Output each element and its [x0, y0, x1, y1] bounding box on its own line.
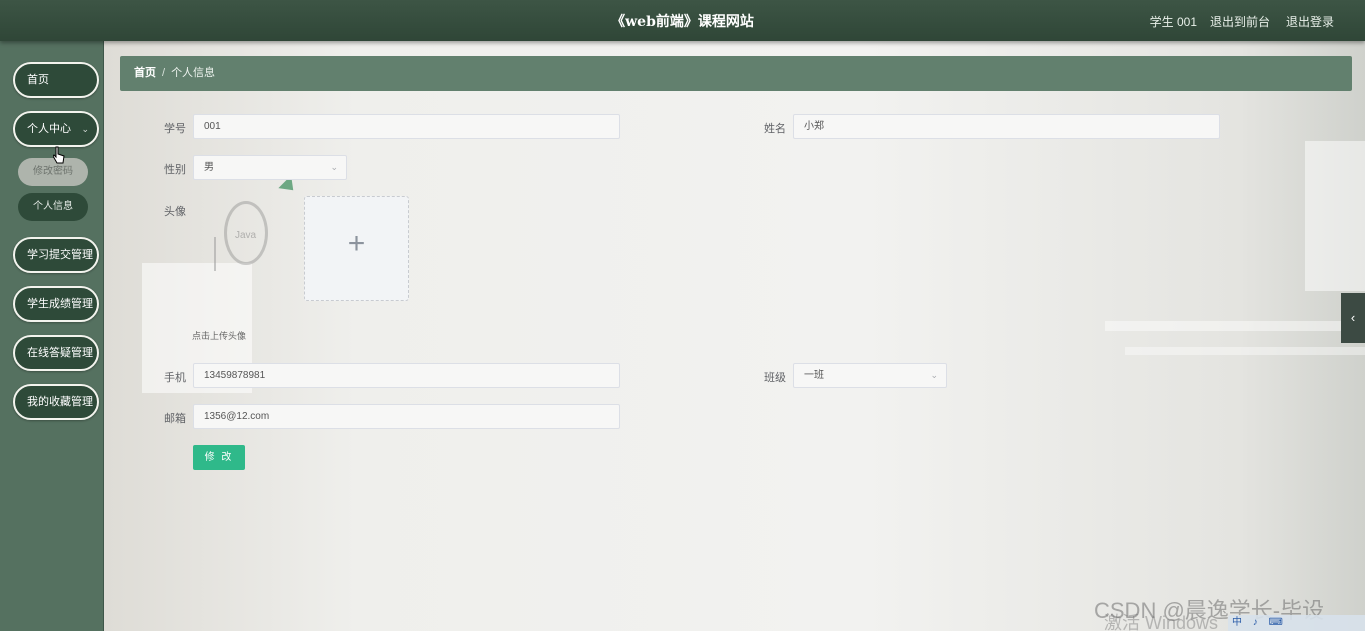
sidebar-subitem-label: 修改密码: [33, 166, 73, 177]
sidebar-item-label: 学习提交管理: [27, 249, 93, 261]
chevron-down-icon: ⌄: [330, 162, 338, 172]
main-content: Java 首页 / 个人信息 学号 001 姓名 小郑 性别 男 ⌄ 头像 + 点击…: [104, 41, 1365, 631]
current-user: 学生 001: [1149, 15, 1197, 29]
class-label: 班级: [764, 372, 786, 384]
chevron-down-icon: ⌄: [930, 370, 938, 380]
avatar-label: 头像: [164, 206, 186, 218]
gender-selected-value: 男: [204, 162, 214, 173]
top-bar: 《web前端》课程网站 学生 001 退出到前台 退出登录: [0, 0, 1365, 41]
class-selected-value: 一班: [804, 370, 824, 381]
sidebar-subitem-label: 个人信息: [33, 201, 73, 212]
exit-to-front-link[interactable]: 退出到前台: [1210, 13, 1270, 30]
upload-tip: 点击上传头像: [192, 331, 247, 341]
sidebar-item-label: 首页: [27, 74, 49, 86]
sidebar: 首页 个人中心 ⌄ 修改密码 个人信息 学习提交管理 学生成绩管理 在线答疑管理…: [0, 41, 104, 631]
background-shelf: [1105, 321, 1365, 331]
sidebar-item-label: 在线答疑管理: [27, 347, 93, 359]
sidebar-item-label: 个人中心: [27, 123, 71, 135]
sidebar-item-label: 学生成绩管理: [27, 298, 93, 310]
background-shelf: [1125, 347, 1365, 355]
sidebar-item-home[interactable]: 首页: [13, 62, 99, 98]
breadcrumb-home[interactable]: 首页: [134, 67, 156, 79]
avatar-upload-box[interactable]: +: [304, 196, 409, 301]
sidebar-item-study-submission[interactable]: 学习提交管理: [13, 237, 99, 273]
sidebar-item-personal-center[interactable]: 个人中心 ⌄: [13, 111, 99, 147]
gender-label: 性别: [164, 164, 186, 176]
phone-label: 手机: [164, 372, 186, 384]
plus-icon: +: [347, 227, 366, 260]
class-select[interactable]: 一班 ⌄: [793, 363, 947, 388]
name-label: 姓名: [764, 123, 786, 135]
breadcrumb: 首页 / 个人信息: [120, 56, 1352, 91]
sidebar-item-student-grades[interactable]: 学生成绩管理: [13, 286, 99, 322]
gender-select[interactable]: 男 ⌄: [193, 155, 347, 180]
logout-link[interactable]: 退出登录: [1286, 13, 1334, 30]
email-label: 邮箱: [164, 413, 186, 425]
breadcrumb-separator: /: [162, 67, 166, 79]
background-panel: [1305, 141, 1365, 291]
name-field[interactable]: 小郑: [793, 114, 1220, 139]
sidebar-subitem-personal-info[interactable]: 个人信息: [18, 193, 88, 221]
chevron-down-icon: ⌄: [81, 124, 89, 134]
student-id-label: 学号: [164, 123, 186, 135]
sidebar-item-online-qa[interactable]: 在线答疑管理: [13, 335, 99, 371]
background-stick: [214, 237, 216, 271]
background-java-logo: Java: [224, 201, 268, 265]
breadcrumb-current: 个人信息: [171, 67, 216, 79]
cursor-icon: [53, 146, 65, 164]
phone-field[interactable]: 13459878981: [193, 363, 620, 388]
ime-tray[interactable]: 中 ♪ ⌨: [1228, 615, 1365, 631]
background-logo-text: Java: [235, 230, 257, 241]
chevron-left-icon[interactable]: ‹: [1341, 293, 1365, 343]
sidebar-item-label: 我的收藏管理: [27, 396, 93, 408]
sidebar-item-my-favorites[interactable]: 我的收藏管理: [13, 384, 99, 420]
submit-button[interactable]: 修 改: [193, 445, 245, 470]
email-field[interactable]: 1356@12.com: [193, 404, 620, 429]
student-id-field[interactable]: 001: [193, 114, 620, 139]
